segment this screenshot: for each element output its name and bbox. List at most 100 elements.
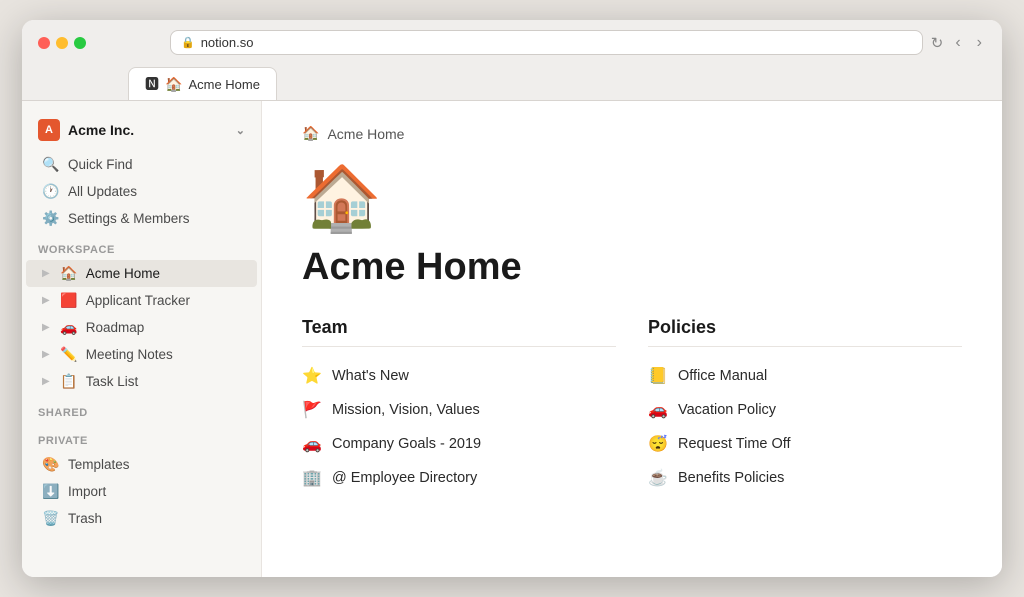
building-icon: 🏢 bbox=[302, 468, 322, 488]
sidebar-meeting-notes-label: Meeting Notes bbox=[86, 347, 173, 362]
roadmap-icon: 🚗 bbox=[60, 319, 78, 336]
browser-chrome: 🔒 notion.so ↻ ‹ › 🅽 🏠 Acme Home bbox=[22, 20, 1002, 101]
all-updates-label: All Updates bbox=[68, 184, 137, 199]
forward-button[interactable]: › bbox=[973, 32, 986, 54]
sidebar-item-task-list[interactable]: ▶ 📋 Task List bbox=[26, 368, 257, 395]
whats-new-label: What's New bbox=[332, 368, 409, 384]
back-button[interactable]: ‹ bbox=[951, 32, 964, 54]
import-icon: ⬇️ bbox=[42, 483, 60, 500]
mission-label: Mission, Vision, Values bbox=[332, 402, 480, 418]
breadcrumb-emoji: 🏠 bbox=[302, 125, 319, 142]
app-layout: A Acme Inc. ⌄ 🔍 Quick Find 🕐 All Updates… bbox=[22, 101, 1002, 577]
sidebar-item-import[interactable]: ⬇️ Import bbox=[26, 478, 257, 505]
list-item-request-time-off[interactable]: 😴 Request Time Off bbox=[648, 427, 962, 461]
chevron-right-icon: ▶ bbox=[42, 268, 50, 279]
sidebar-import-label: Import bbox=[68, 484, 106, 499]
team-column: Team ⭐ What's New 🚩 Mission, Vision, Val… bbox=[302, 317, 616, 495]
trash-icon: 🗑️ bbox=[42, 510, 60, 527]
sidebar-trash-label: Trash bbox=[68, 511, 102, 526]
list-item-company-goals[interactable]: 🚗 Company Goals - 2019 bbox=[302, 427, 616, 461]
car-icon: 🚗 bbox=[302, 434, 322, 454]
private-section-label: PRIVATE bbox=[22, 423, 261, 451]
sidebar-item-applicant-tracker[interactable]: ▶ 🟥 Applicant Tracker bbox=[26, 287, 257, 314]
request-time-off-label: Request Time Off bbox=[678, 436, 791, 452]
page-icon: 🏠 bbox=[302, 166, 962, 230]
tab-label: Acme Home bbox=[188, 77, 260, 92]
maximize-button[interactable] bbox=[74, 37, 86, 49]
browser-window: 🔒 notion.so ↻ ‹ › 🅽 🏠 Acme Home A bbox=[22, 20, 1002, 577]
sidebar: A Acme Inc. ⌄ 🔍 Quick Find 🕐 All Updates… bbox=[22, 101, 262, 577]
list-item-whats-new[interactable]: ⭐ What's New bbox=[302, 359, 616, 393]
page-favicon: 🏠 bbox=[165, 76, 182, 93]
address-bar-row: 🔒 notion.so ↻ bbox=[102, 30, 943, 55]
coffee-icon: ☕ bbox=[648, 468, 668, 488]
refresh-button[interactable]: ↻ bbox=[931, 34, 944, 52]
sidebar-item-acme-home[interactable]: ▶ 🏠 Acme Home bbox=[26, 260, 257, 287]
sidebar-item-templates[interactable]: 🎨 Templates bbox=[26, 451, 257, 478]
policies-column: Policies 📒 Office Manual 🚗 Vacation Poli… bbox=[648, 317, 962, 495]
sidebar-roadmap-label: Roadmap bbox=[86, 320, 145, 335]
notion-favicon: 🅽 bbox=[145, 74, 159, 94]
main-content: 🏠 Acme Home 🏠 Acme Home Team ⭐ What's Ne… bbox=[262, 101, 1002, 577]
workspace-icon: A bbox=[38, 119, 60, 141]
sidebar-task-list-label: Task List bbox=[86, 374, 139, 389]
search-icon: 🔍 bbox=[42, 156, 60, 173]
sleep-icon: 😴 bbox=[648, 434, 668, 454]
chevron-down-icon: ⌄ bbox=[236, 124, 245, 137]
quick-find-label: Quick Find bbox=[68, 157, 133, 172]
sidebar-item-settings[interactable]: ⚙️ Settings & Members bbox=[26, 205, 257, 232]
breadcrumb-text: Acme Home bbox=[327, 126, 404, 142]
chevron-right-icon: ▶ bbox=[42, 349, 50, 360]
chevron-right-icon: ▶ bbox=[42, 322, 50, 333]
sidebar-item-roadmap[interactable]: ▶ 🚗 Roadmap bbox=[26, 314, 257, 341]
shared-section-label: SHARED bbox=[22, 395, 261, 423]
star-icon: ⭐ bbox=[302, 366, 322, 386]
car2-icon: 🚗 bbox=[648, 400, 668, 420]
notes-icon: ✏️ bbox=[60, 346, 78, 363]
content-grid: Team ⭐ What's New 🚩 Mission, Vision, Val… bbox=[302, 317, 962, 495]
office-manual-label: Office Manual bbox=[678, 368, 767, 384]
address-bar[interactable]: 🔒 notion.so bbox=[170, 30, 923, 55]
flag-icon: 🚩 bbox=[302, 400, 322, 420]
task-icon: 📋 bbox=[60, 373, 78, 390]
list-item-employee-directory[interactable]: 🏢 @ Employee Directory bbox=[302, 461, 616, 495]
active-tab[interactable]: 🅽 🏠 Acme Home bbox=[128, 67, 277, 100]
list-item-benefits[interactable]: ☕ Benefits Policies bbox=[648, 461, 962, 495]
list-item-mission[interactable]: 🚩 Mission, Vision, Values bbox=[302, 393, 616, 427]
tab-bar: 🅽 🏠 Acme Home bbox=[38, 63, 986, 100]
page-title: Acme Home bbox=[302, 246, 962, 289]
lock-icon: 🔒 bbox=[181, 36, 195, 49]
chevron-right-icon: ▶ bbox=[42, 295, 50, 306]
sidebar-item-quick-find[interactable]: 🔍 Quick Find bbox=[26, 151, 257, 178]
sidebar-item-all-updates[interactable]: 🕐 All Updates bbox=[26, 178, 257, 205]
employee-directory-label: @ Employee Directory bbox=[332, 470, 477, 486]
url-text: notion.so bbox=[201, 35, 254, 50]
company-goals-label: Company Goals - 2019 bbox=[332, 436, 481, 452]
chevron-right-icon: ▶ bbox=[42, 376, 50, 387]
list-item-vacation-policy[interactable]: 🚗 Vacation Policy bbox=[648, 393, 962, 427]
workspace-header[interactable]: A Acme Inc. ⌄ bbox=[22, 113, 261, 151]
list-item-office-manual[interactable]: 📒 Office Manual bbox=[648, 359, 962, 393]
home-icon: 🏠 bbox=[60, 265, 78, 282]
policies-heading: Policies bbox=[648, 317, 962, 347]
vacation-policy-label: Vacation Policy bbox=[678, 402, 776, 418]
settings-label: Settings & Members bbox=[68, 211, 190, 226]
sidebar-acme-home-label: Acme Home bbox=[86, 266, 160, 281]
sidebar-item-trash[interactable]: 🗑️ Trash bbox=[26, 505, 257, 532]
sidebar-item-meeting-notes[interactable]: ▶ ✏️ Meeting Notes bbox=[26, 341, 257, 368]
traffic-lights bbox=[38, 37, 86, 49]
close-button[interactable] bbox=[38, 37, 50, 49]
breadcrumb: 🏠 Acme Home bbox=[302, 125, 962, 142]
templates-icon: 🎨 bbox=[42, 456, 60, 473]
workspace-section-label: WORKSPACE bbox=[22, 232, 261, 260]
book-icon: 📒 bbox=[648, 366, 668, 386]
sidebar-templates-label: Templates bbox=[68, 457, 130, 472]
workspace-name: Acme Inc. bbox=[68, 122, 134, 138]
minimize-button[interactable] bbox=[56, 37, 68, 49]
team-heading: Team bbox=[302, 317, 616, 347]
tracker-icon: 🟥 bbox=[60, 292, 78, 309]
clock-icon: 🕐 bbox=[42, 183, 60, 200]
nav-buttons: ‹ › bbox=[951, 32, 986, 54]
benefits-label: Benefits Policies bbox=[678, 470, 784, 486]
sidebar-applicant-tracker-label: Applicant Tracker bbox=[86, 293, 190, 308]
